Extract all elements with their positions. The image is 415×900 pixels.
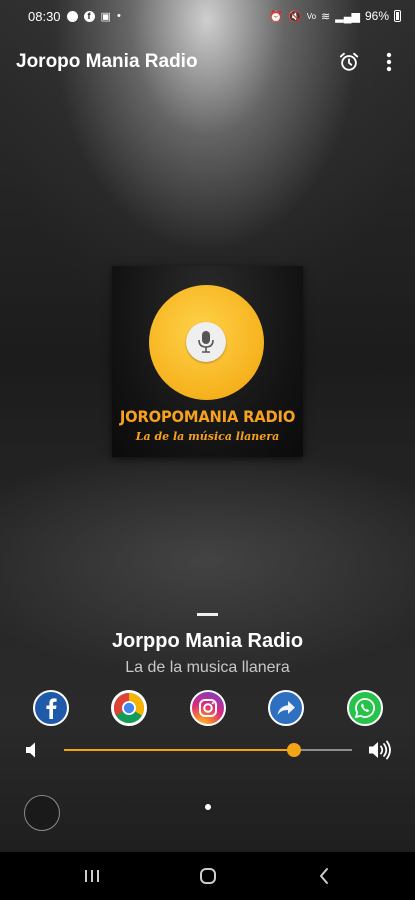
home-button[interactable] [188,864,228,888]
microphone-icon [186,322,226,362]
station-name: Jorppo Mania Radio [111,630,304,652]
more-options-button[interactable] [379,48,399,76]
volume-slider-thumb[interactable] [287,743,302,757]
page-indicator-dot [205,804,211,810]
signal-icon: ▂▄▆ [335,10,360,23]
volte-icon: Vo [306,11,317,21]
whatsapp-icon [354,698,375,719]
back-button[interactable] [304,864,344,888]
circle-notification-icon [66,10,78,22]
more-vert-icon [386,52,392,72]
share-row [0,690,415,728]
facebook-button[interactable] [33,690,69,726]
facebook-notification-icon: f [83,10,95,22]
status-bar: 08:30 f ▣ • ⏰ 🔇 Vo ≋ ▂▄▆ 96% [0,0,415,32]
logo-title: JOROPOMANIA RADIO [119,407,296,426]
play-button[interactable] [24,795,60,831]
instagram-icon [199,699,217,717]
status-time: 08:30 [28,8,61,24]
battery-percent: 96% [364,9,389,23]
alarm-button[interactable] [335,48,363,76]
navigation-bar [0,852,415,900]
volume-slider-fill [64,749,295,751]
wifi-icon: ≋ [321,10,331,23]
alarm-clock-icon [339,52,359,71]
separator-line [197,613,218,616]
gallery-icon: ▣ [100,10,111,23]
app-title: Joropo Mania Radio [16,51,198,72]
volume-low-icon[interactable] [24,740,38,765]
whatsapp-button[interactable] [347,690,383,726]
share-button[interactable] [268,690,304,726]
app-screen: 08:30 f ▣ • ⏰ 🔇 Vo ≋ ▂▄▆ 96% Joropo Mani… [0,0,415,900]
chrome-button[interactable] [111,690,147,726]
status-left: 08:30 f ▣ • [28,9,121,24]
recents-button[interactable] [72,864,112,888]
share-arrow-icon [277,701,295,715]
app-bar: Joropo Mania Radio [0,40,415,84]
instagram-button[interactable] [190,690,226,726]
volume-high-icon[interactable] [367,738,393,767]
recents-icon [85,870,99,882]
facebook-icon [46,698,57,719]
chrome-icon [113,693,145,724]
mute-icon: 🔇 [287,10,302,23]
battery-icon [394,10,401,22]
logo-subtitle: La de la música llanera [135,430,280,443]
home-icon [200,868,216,884]
back-chevron-icon [320,868,328,884]
station-artwork: JOROPOMANIA RADIO La de la música llaner… [112,266,303,457]
logo-disc [149,285,264,400]
status-right: ⏰ 🔇 Vo ≋ ▂▄▆ 96% [269,9,401,23]
alarm-icon: ⏰ [269,10,283,23]
station-description: La de la musica llanera [125,659,290,676]
dot-icon: • [116,10,121,22]
volume-slider[interactable] [64,743,352,757]
volume-row [0,738,415,762]
